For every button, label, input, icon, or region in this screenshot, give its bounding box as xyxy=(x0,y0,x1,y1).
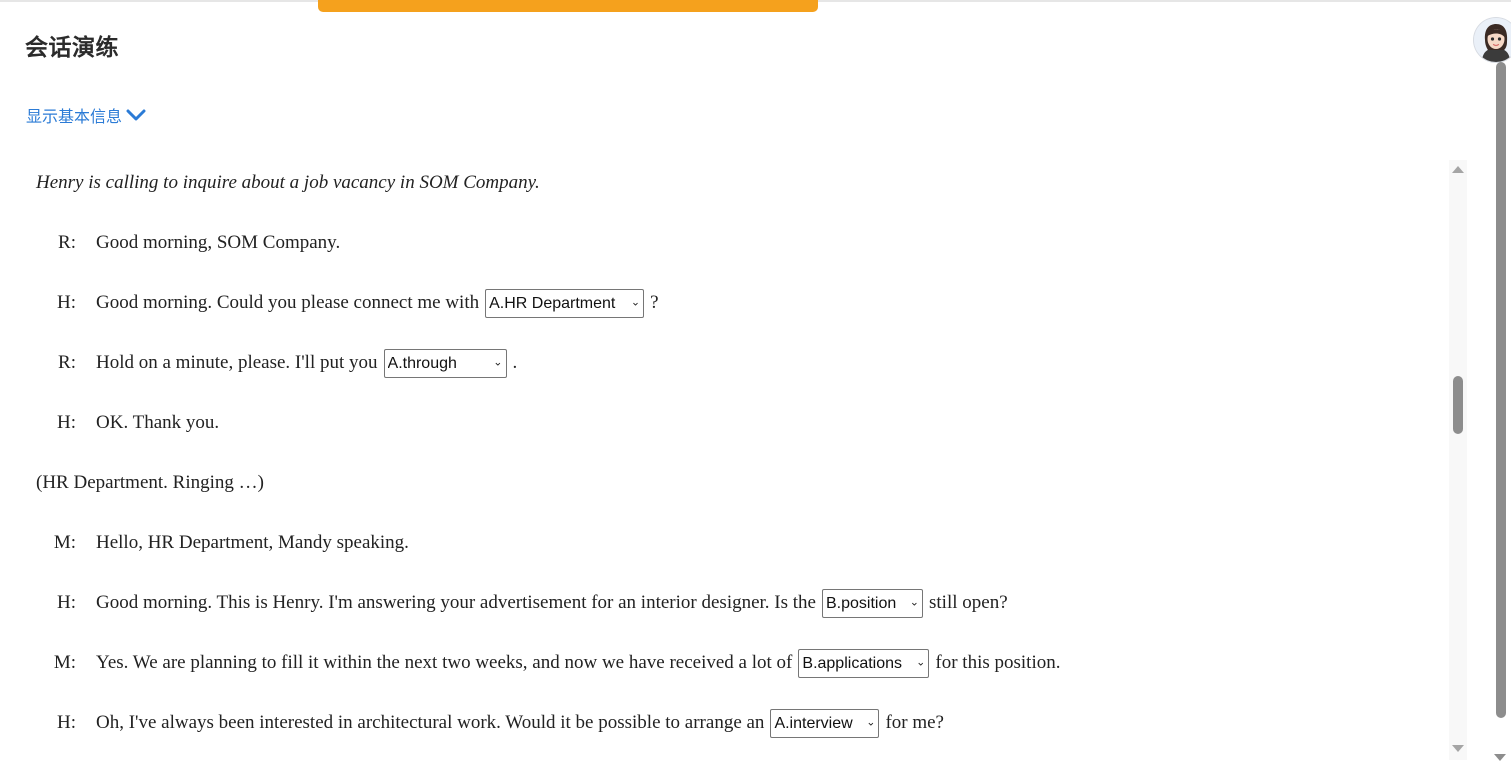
answer-select-4[interactable]: B.applications xyxy=(798,648,930,678)
page-scroll-down-arrow[interactable] xyxy=(1494,754,1506,761)
page-scrollbar-thumb[interactable] xyxy=(1496,62,1506,718)
line-text-after: for this position. xyxy=(935,652,1061,673)
speaker-label: M: xyxy=(53,532,76,553)
speaker-label: H: xyxy=(57,592,76,613)
speaker-label: H: xyxy=(57,712,76,733)
speaker-label: R: xyxy=(58,232,76,253)
line-text: Hold on a minute, please. I'll put you xyxy=(96,352,378,373)
speaker-label: H: xyxy=(57,412,76,433)
line-text: OK. Thank you. xyxy=(96,412,220,433)
dialogue-line: M: Hello, HR Department, Mandy speaking. xyxy=(36,523,409,563)
dialogue-line: R: Good morning, SOM Company. xyxy=(36,223,340,263)
answer-select-2[interactable]: A.through xyxy=(383,348,507,378)
dialogue-scroll-down-arrow[interactable] xyxy=(1452,745,1464,752)
answer-select-1[interactable]: A.HR Department xyxy=(485,288,645,318)
answer-select-5[interactable]: A.interview xyxy=(770,708,880,738)
answer-select-3[interactable]: B.position xyxy=(822,588,923,618)
dialogue-scroll-up-arrow[interactable] xyxy=(1452,166,1464,173)
dialogue-line: H: OK. Thank you. xyxy=(36,403,219,443)
dialogue-line: M: Yes. We are planning to fill it withi… xyxy=(36,643,1060,683)
narration-text: (HR Department. Ringing …) xyxy=(36,472,264,493)
dialogue-line: H: Good morning. Could you please connec… xyxy=(36,283,659,323)
dialogue-line: H: Good morning. This is Henry. I'm answ… xyxy=(36,583,1008,623)
dialogue-intro: Henry is calling to inquire about a job … xyxy=(36,172,540,193)
dialogue-line: R: Hold on a minute, please. I'll put yo… xyxy=(36,343,517,383)
line-text: Yes. We are planning to fill it within t… xyxy=(96,652,793,673)
speaker-label: R: xyxy=(58,352,76,373)
line-text-after: ? xyxy=(650,292,659,313)
line-text-after: . xyxy=(512,352,518,373)
dialogue-scrollbar-thumb[interactable] xyxy=(1453,376,1463,434)
speaker-label: M: xyxy=(53,652,76,673)
speaker-label: H: xyxy=(57,292,76,313)
dialogue-scrollbar[interactable] xyxy=(1449,160,1467,760)
line-text: Hello, HR Department, Mandy speaking. xyxy=(96,532,409,553)
dialogue-panel: Henry is calling to inquire about a job … xyxy=(36,0,1436,771)
line-text-after: still open? xyxy=(929,592,1008,613)
line-text: Good morning. This is Henry. I'm answeri… xyxy=(96,592,816,613)
line-text: Oh, I've always been interested in archi… xyxy=(96,712,765,733)
line-text-after: for me? xyxy=(885,712,944,733)
line-text: Good morning. Could you please connect m… xyxy=(96,292,480,313)
dialogue-line: H: Oh, I've always been interested in ar… xyxy=(36,703,944,743)
line-text: Good morning, SOM Company. xyxy=(96,232,341,253)
